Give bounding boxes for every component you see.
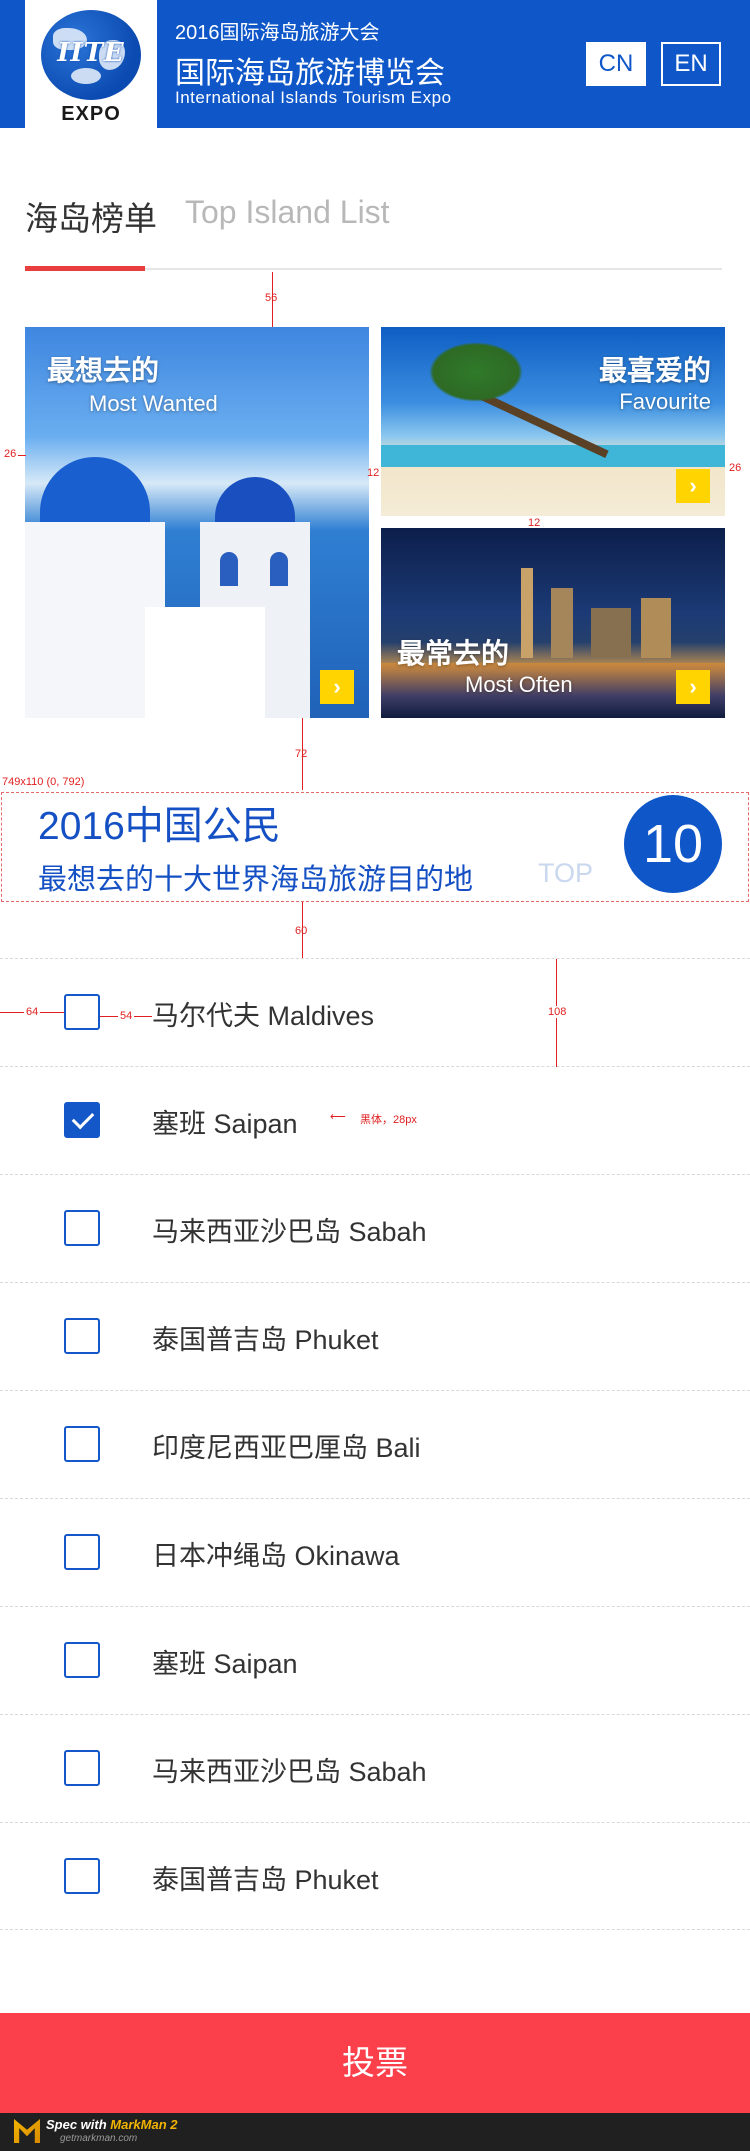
island-name: 塞班 Saipan xyxy=(152,1649,298,1679)
spec-label-60: 60 xyxy=(295,925,308,937)
spec-font-note: 黑体，28px xyxy=(360,1114,417,1126)
logo-text: EXPO xyxy=(61,103,121,125)
spec-label-64: 64 xyxy=(24,1006,41,1018)
banner-title: 2016中国公民 xyxy=(38,805,281,848)
spec-label-26: 26 xyxy=(729,462,742,474)
card-title: 最想去的 xyxy=(47,355,160,386)
lang-en-button[interactable]: EN xyxy=(661,42,721,86)
chevron-right-icon[interactable]: › xyxy=(676,670,710,704)
card-most-wanted[interactable]: 最想去的 Most Wanted › xyxy=(25,327,369,718)
checkbox-checked[interactable] xyxy=(64,1102,100,1138)
markman-logo-icon xyxy=(14,2119,40,2143)
card-subtitle: Most Often xyxy=(465,672,573,697)
spec-label-26: 26 xyxy=(4,448,17,460)
top-ten-badge: 10 xyxy=(624,795,722,893)
page: IITE EXPO 2016国际海岛旅游大会 国际海岛旅游博览会 Interna… xyxy=(0,0,750,2151)
header-conference-title: 2016国际海岛旅游大会 xyxy=(175,22,380,44)
island-name: 泰国普吉岛 Phuket xyxy=(152,1865,379,1895)
spec-label-56: 56 xyxy=(265,292,278,304)
spec-measure-line xyxy=(18,455,26,456)
island-name: 泰国普吉岛 Phuket xyxy=(152,1325,379,1355)
checkbox[interactable] xyxy=(64,994,100,1030)
chevron-right-icon[interactable]: › xyxy=(676,469,710,503)
header-expo-title-en: International Islands Tourism Expo xyxy=(175,88,452,107)
expo-logo[interactable]: IITE EXPO xyxy=(25,0,157,128)
header-bar: IITE EXPO 2016国际海岛旅游大会 国际海岛旅游博览会 Interna… xyxy=(0,0,750,128)
section-active-underline xyxy=(25,266,145,271)
island-name: 日本冲绳岛 Okinawa xyxy=(152,1541,400,1571)
vote-button[interactable]: 投票 xyxy=(0,2013,750,2113)
checkbox[interactable] xyxy=(64,1858,100,1894)
list-item[interactable]: 塞班 Saipan xyxy=(0,1606,750,1714)
banner-subtitle: 最想去的十大世界海岛旅游目的地 xyxy=(38,864,474,896)
spec-label-108: 108 xyxy=(546,1006,569,1018)
spec-label-54: 54 xyxy=(118,1010,135,1022)
list-item[interactable]: 泰国普吉岛 Phuket xyxy=(0,1282,750,1390)
list-item[interactable]: 马来西亚沙巴岛 Sabah xyxy=(0,1174,750,1282)
header-expo-title: 国际海岛旅游博览会 xyxy=(175,57,445,90)
card-title: 最常去的 xyxy=(397,638,510,669)
list-item[interactable]: 马来西亚沙巴岛 Sabah xyxy=(0,1714,750,1822)
card-subtitle: Most Wanted xyxy=(89,391,218,416)
section-title-en: Top Island List xyxy=(185,194,390,230)
checkbox[interactable] xyxy=(64,1426,100,1462)
card-favourite[interactable]: 最喜爱的 Favourite › xyxy=(381,327,725,516)
list-item[interactable]: 日本冲绳岛 Okinawa xyxy=(0,1498,750,1606)
section-title: 海岛榜单 xyxy=(25,200,157,237)
island-name: 马尔代夫 Maldives xyxy=(152,1001,375,1031)
island-name: 塞班 Saipan xyxy=(152,1109,298,1139)
card-title: 最喜爱的 xyxy=(598,355,711,386)
lang-cn-button[interactable]: CN xyxy=(586,42,646,86)
spec-label-72: 72 xyxy=(295,748,308,760)
checkbox[interactable] xyxy=(64,1750,100,1786)
checkbox[interactable] xyxy=(64,1642,100,1678)
markman-watermark: Spec with MarkMan 2 getmarkman.com xyxy=(0,2113,750,2151)
watermark-text: Spec with MarkMan 2 xyxy=(46,2117,178,2132)
checkbox[interactable] xyxy=(64,1210,100,1246)
spec-arrow-icon: ⟵ xyxy=(330,1111,346,1123)
list-item[interactable]: 马尔代夫 Maldives xyxy=(0,958,750,1066)
watermark-site: getmarkman.com xyxy=(60,2133,138,2144)
spec-box-label: 749x110 (0, 792) xyxy=(2,776,85,788)
spec-label-12: 12 xyxy=(528,517,541,529)
globe-icon: IITE xyxy=(41,10,141,100)
chevron-right-icon[interactable]: › xyxy=(320,670,354,704)
banner-top-label: TOP xyxy=(538,858,594,888)
list-item[interactable]: 泰国普吉岛 Phuket xyxy=(0,1822,750,1930)
checkbox[interactable] xyxy=(64,1318,100,1354)
spec-label-12: 12 xyxy=(367,467,380,479)
island-name: 印度尼西亚巴厘岛 Bali xyxy=(152,1433,421,1463)
island-list: 马尔代夫 Maldives 塞班 Saipan 马来西亚沙巴岛 Sabah 泰国… xyxy=(0,958,750,1930)
card-most-often[interactable]: 最常去的 Most Often › xyxy=(381,528,725,718)
logo-mark: IITE xyxy=(57,38,125,68)
island-name: 马来西亚沙巴岛 Sabah xyxy=(152,1217,427,1247)
checkbox[interactable] xyxy=(64,1534,100,1570)
card-subtitle: Favourite xyxy=(619,389,711,414)
island-name: 马来西亚沙巴岛 Sabah xyxy=(152,1757,427,1787)
list-item[interactable]: 印度尼西亚巴厘岛 Bali xyxy=(0,1390,750,1498)
